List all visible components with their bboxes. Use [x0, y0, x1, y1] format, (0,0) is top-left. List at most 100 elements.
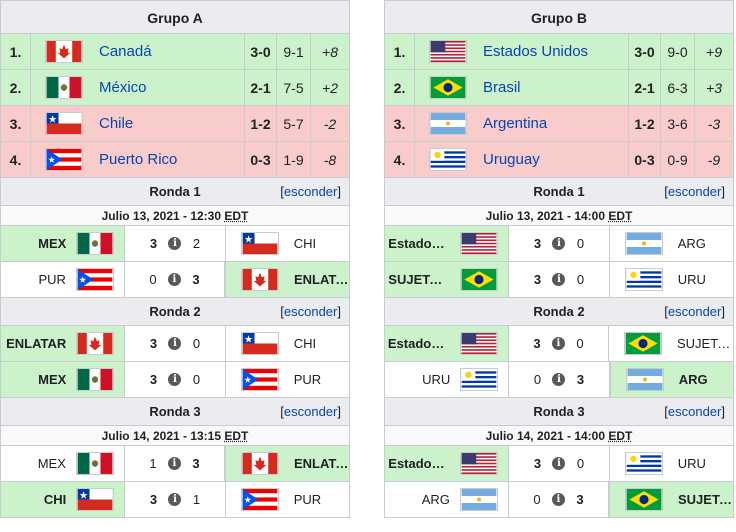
hide-toggle[interactable]: [esconder]	[664, 398, 725, 426]
away-team-abbr: URU	[677, 456, 706, 471]
score-cell: 3i1	[124, 482, 226, 517]
home-team-cell: Estados Unidos	[385, 446, 509, 481]
team-link[interactable]: Canadá	[99, 43, 152, 60]
away-score: 0	[192, 372, 201, 387]
team-link[interactable]: Argentina	[483, 115, 547, 132]
away-team-abbr: PUR	[293, 492, 322, 507]
canada-flag-icon	[241, 268, 279, 291]
run-differential: +8	[322, 43, 338, 60]
home-team-abbr: CHI	[43, 492, 67, 507]
round-header: Ronda 1 [esconder]	[384, 178, 734, 206]
standings-row: 2. Brasil 2-1 6-3 +3	[384, 70, 734, 106]
info-icon[interactable]: i	[168, 493, 182, 506]
info-icon[interactable]: i	[167, 457, 181, 470]
game-row: Estados Unidos 3i0 SUJETADOR	[384, 326, 734, 362]
hide-link[interactable]: esconder	[284, 404, 337, 419]
hide-toggle[interactable]: [esconder]	[664, 178, 725, 206]
timezone-abbr[interactable]: EDT	[224, 209, 248, 223]
timezone-abbr[interactable]: EDT	[608, 209, 632, 223]
info-icon[interactable]: i	[552, 457, 566, 470]
hide-link[interactable]: esconder	[284, 304, 337, 319]
team-link[interactable]: Uruguay	[483, 151, 540, 168]
uruguay-flag-icon	[429, 148, 467, 171]
brazil-flag-icon	[625, 488, 663, 511]
round-label: Ronda 2	[149, 304, 201, 319]
away-team-abbr: ENLATAR	[294, 272, 349, 287]
game-row: Estados Unidos 3i0 URU	[384, 446, 734, 482]
game-row: CHI 3 i 1 PUR	[0, 482, 350, 518]
info-icon[interactable]: i	[552, 373, 566, 386]
score-cell: 0i3	[508, 362, 610, 397]
canada-flag-icon	[76, 332, 115, 355]
score-cell: 3i0	[124, 362, 226, 397]
home-team-abbr: ARG	[421, 492, 450, 507]
team-cell: Canadá	[31, 34, 245, 69]
team-link[interactable]: Chile	[99, 115, 133, 132]
argentina-flag-icon	[429, 112, 467, 135]
info-icon[interactable]: i	[167, 273, 181, 286]
puerto-rico-flag-icon	[45, 148, 83, 171]
uruguay-flag-icon	[624, 452, 663, 475]
away-team-abbr: SUJETADOR	[677, 336, 733, 351]
away-team-abbr: CHI	[293, 336, 317, 351]
info-icon[interactable]: i	[552, 273, 566, 286]
away-score: 3	[192, 456, 200, 471]
date-text: Julio 13, 2021 - 12:30	[101, 209, 222, 223]
game-row: MEX 3 i 2 CHI	[0, 226, 350, 262]
timezone-abbr[interactable]: EDT	[224, 429, 248, 443]
position: 2.	[1, 70, 31, 105]
standings-row: 1. Estados Unidos 3-0 9-0 +9	[384, 34, 734, 70]
timezone-abbr[interactable]: EDT	[608, 429, 632, 443]
hide-link[interactable]: esconder	[668, 184, 721, 199]
round-header: Ronda 1 [esconder]	[0, 178, 350, 206]
position: 1.	[385, 34, 415, 69]
home-score: 0	[533, 492, 541, 507]
home-team-cell: MEX	[1, 446, 124, 481]
hide-link[interactable]: esconder	[668, 304, 721, 319]
team-link[interactable]: Estados Unidos	[483, 43, 588, 60]
away-score: 2	[192, 236, 201, 251]
away-team-cell: PUR	[226, 362, 349, 397]
away-score: 0	[576, 456, 585, 471]
info-icon[interactable]: i	[552, 237, 566, 250]
hide-toggle[interactable]: [esconder]	[280, 298, 341, 326]
canada-flag-icon	[241, 452, 279, 475]
info-icon[interactable]: i	[551, 493, 565, 506]
hide-toggle[interactable]: [esconder]	[280, 398, 341, 426]
away-team-abbr: CHI	[293, 236, 317, 251]
hide-link[interactable]: esconder	[668, 404, 721, 419]
away-score: 3	[192, 272, 200, 287]
info-icon[interactable]: i	[168, 237, 182, 250]
runs-for-against: 5-7	[277, 106, 311, 141]
win-loss-record: 0-3	[245, 142, 277, 177]
chile-flag-icon	[76, 488, 115, 511]
run-differential: +9	[706, 43, 722, 60]
team-link[interactable]: México	[99, 79, 147, 96]
hide-toggle[interactable]: [esconder]	[664, 298, 725, 326]
team-link[interactable]: Brasil	[483, 79, 521, 96]
team-link[interactable]: Puerto Rico	[99, 151, 177, 168]
hide-link[interactable]: esconder	[284, 184, 337, 199]
uruguay-flag-icon	[624, 268, 663, 291]
date-text: Julio 13, 2021 - 14:00	[485, 209, 606, 223]
standings-row: 3. Argentina 1-2 3-6 -3	[384, 106, 734, 142]
info-icon[interactable]: i	[168, 373, 182, 386]
home-team-cell: PUR	[1, 262, 124, 297]
brazil-flag-icon	[460, 268, 499, 291]
score-cell: 3i2	[124, 226, 226, 261]
run-differential: -8	[323, 151, 337, 168]
info-icon[interactable]: i	[168, 337, 182, 350]
hide-toggle[interactable]: [esconder]	[280, 178, 341, 206]
standings-row: 2. México 2-1 7-5 +2	[0, 70, 350, 106]
score-cell: 3i0	[124, 326, 226, 361]
game-row: PUR 0 i 3 ENLATAR	[0, 262, 350, 298]
win-loss-record: 1-2	[629, 106, 661, 141]
puerto-rico-flag-icon	[240, 368, 279, 391]
home-team-cell: SUJETADOR	[385, 262, 509, 297]
round-header: Ronda 2 [esconder]	[0, 298, 350, 326]
away-team-cell: PUR	[226, 482, 349, 517]
away-score: 0	[576, 336, 584, 351]
home-team-abbr: Estados Unidos	[388, 456, 450, 471]
match-date: Julio 14, 2021 - 13:15 EDT	[0, 426, 350, 446]
info-icon[interactable]: i	[551, 337, 565, 350]
